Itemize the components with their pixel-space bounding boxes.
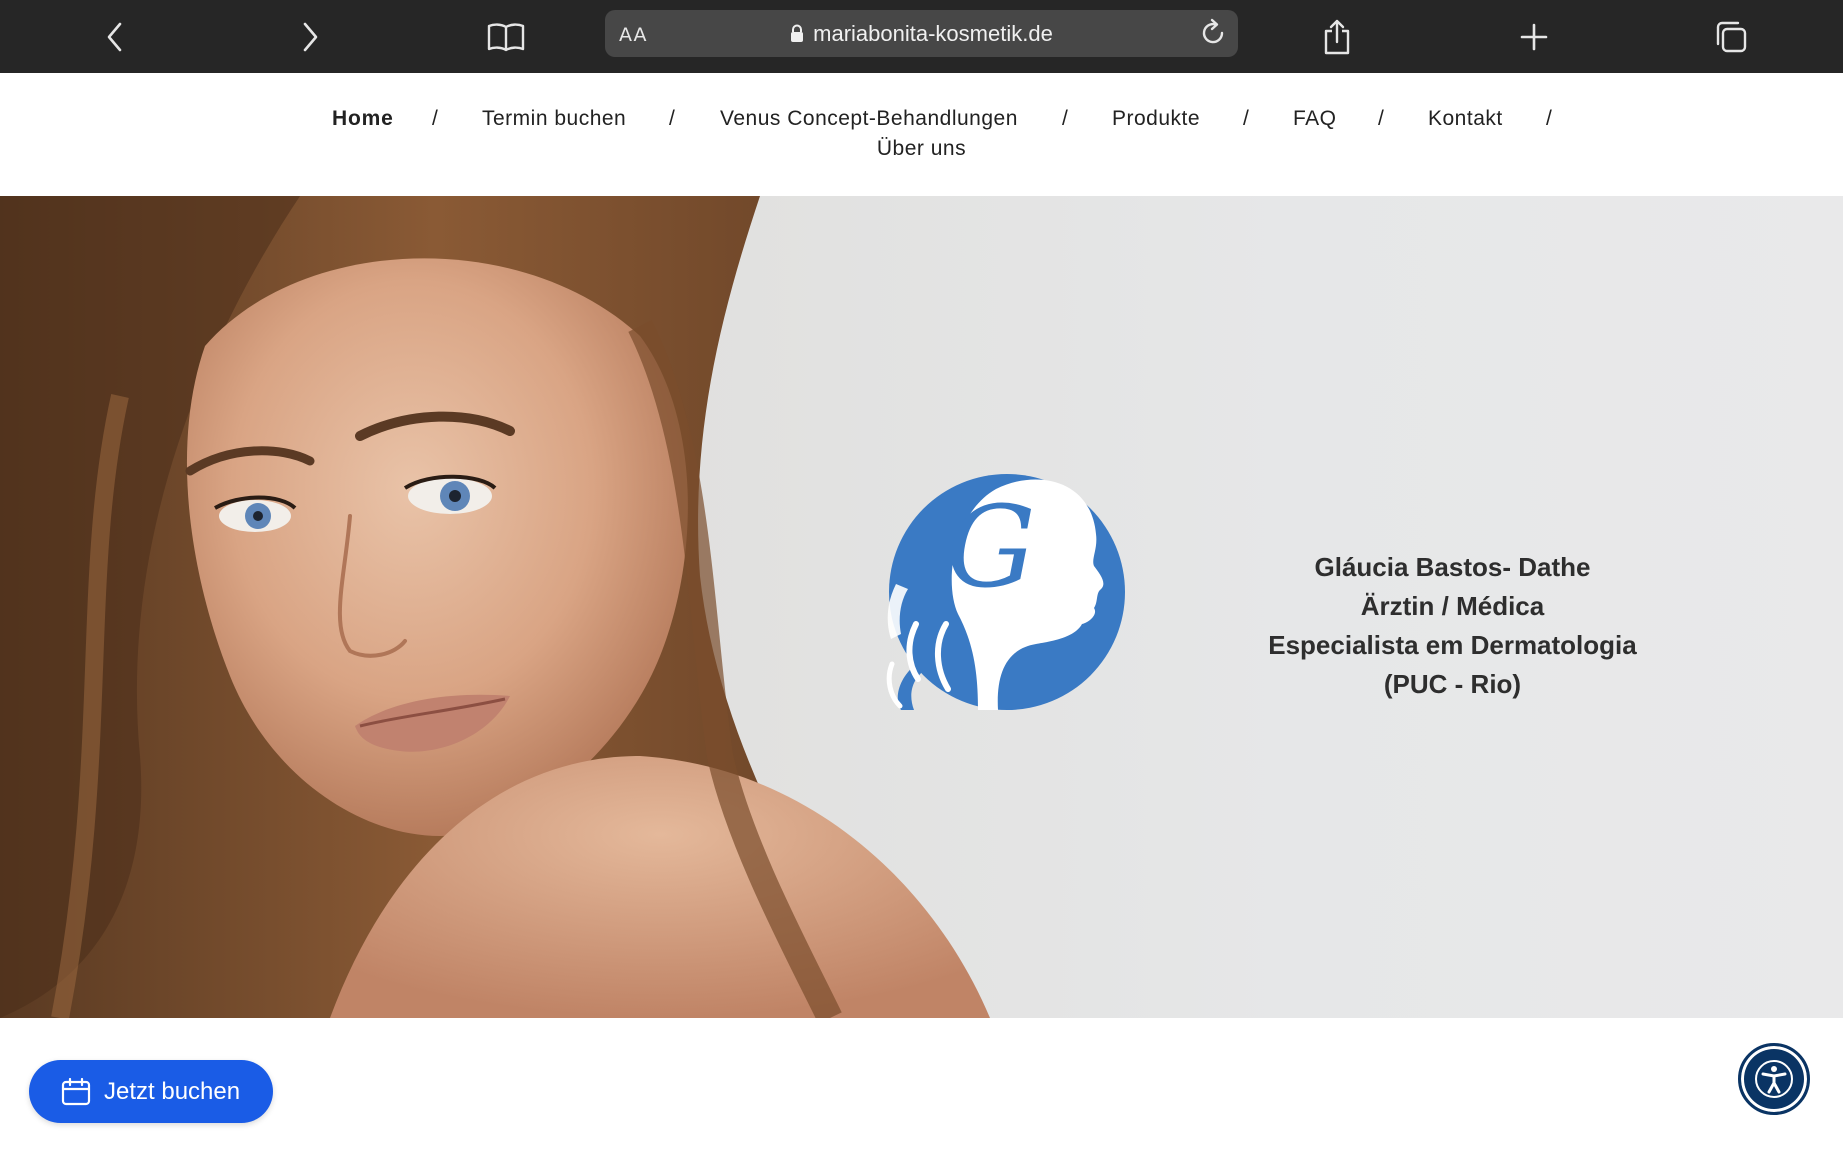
back-button[interactable] (95, 0, 135, 73)
book-now-button[interactable]: Jetzt buchen (29, 1060, 273, 1123)
book-icon (487, 22, 525, 51)
accessibility-icon (1755, 1060, 1793, 1098)
nav-home[interactable]: Home (332, 107, 394, 131)
nav-ueber-uns[interactable]: Über uns (877, 137, 966, 160)
nav-faq[interactable]: FAQ (1293, 107, 1337, 131)
nav-separator: / (1243, 107, 1250, 130)
nav-separator: / (432, 107, 439, 130)
bookmarks-button[interactable] (485, 0, 527, 73)
new-tab-button[interactable] (1517, 0, 1551, 73)
chevron-left-icon (107, 22, 122, 51)
nav-separator: / (1378, 107, 1385, 130)
nav-venus-concept[interactable]: Venus Concept-Behandlungen (720, 107, 1018, 131)
lock-icon (791, 24, 804, 42)
tabs-icon (1716, 21, 1747, 52)
doctor-specialty: Especialista em Dermatologia (1268, 630, 1637, 660)
nav-produkte[interactable]: Produkte (1112, 107, 1200, 131)
nav-termin-buchen[interactable]: Termin buchen (482, 107, 626, 131)
address-bar[interactable]: AA mariabonita-kosmetik.de (605, 10, 1238, 57)
tabs-overview-button[interactable] (1712, 0, 1750, 73)
plus-icon (1520, 23, 1548, 50)
nav-separator: / (1062, 107, 1069, 130)
clinic-logo: G (886, 474, 1125, 710)
doctor-name: Gláucia Bastos- Dathe (1314, 552, 1591, 582)
share-button[interactable] (1320, 0, 1354, 73)
browser-toolbar: AA mariabonita-kosmetik.de (0, 0, 1843, 73)
calendar-icon (61, 1077, 91, 1105)
nav-kontakt[interactable]: Kontakt (1428, 107, 1503, 131)
logo-letter: G (946, 483, 1035, 613)
hero-banner: G Gláucia Bastos- Dathe Ärztin / Médica … (0, 196, 1843, 1018)
forward-button[interactable] (290, 0, 330, 73)
url-text: mariabonita-kosmetik.de (813, 20, 1053, 46)
site-navigation: Home / Termin buchen / Venus Concept-Beh… (0, 73, 1843, 196)
reload-icon (1202, 18, 1224, 44)
share-icon (1324, 19, 1350, 54)
doctor-institution: (PUC - Rio) (1383, 669, 1522, 699)
chevron-right-icon (303, 22, 318, 51)
reload-button[interactable] (1198, 18, 1228, 53)
doctor-title: Ärztin / Médica (1360, 591, 1545, 621)
book-now-label: Jetzt buchen (104, 1077, 241, 1105)
hero-caption: Gláucia Bastos- Dathe Ärztin / Médica Es… (1230, 548, 1675, 704)
nav-separator: / (669, 107, 676, 130)
nav-separator: / (1546, 107, 1553, 130)
accessibility-button[interactable] (1738, 1043, 1810, 1115)
hero-portrait-image (0, 196, 990, 1018)
